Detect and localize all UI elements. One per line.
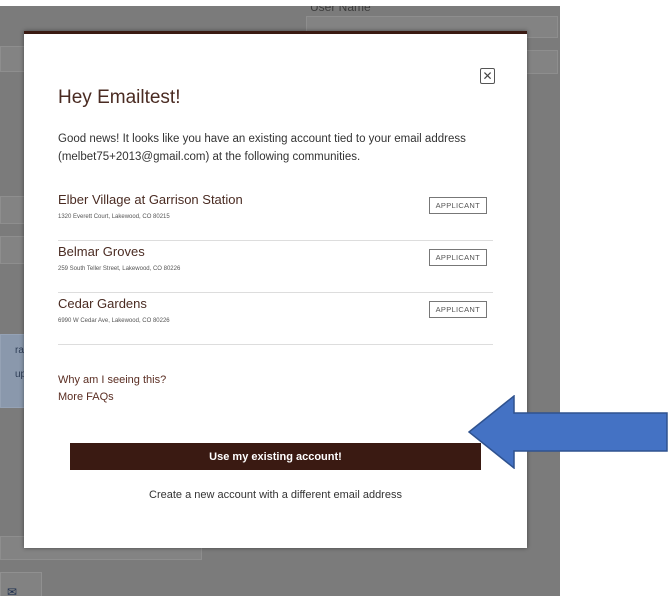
community-list: Elber Village at Garrison Station 1320 E… — [58, 189, 493, 345]
community-row: Belmar Groves 259 South Teller Street, L… — [58, 241, 493, 293]
community-name: Elber Village at Garrison Station — [58, 192, 243, 207]
community-name: Cedar Gardens — [58, 296, 147, 311]
role-badge: APPLICANT — [428, 197, 487, 214]
role-badge: APPLICANT — [428, 301, 487, 318]
why-am-i-seeing-this-link[interactable]: Why am I seeing this? — [58, 374, 166, 386]
community-row: Cedar Gardens 6990 W Cedar Ave, Lakewood… — [58, 293, 493, 345]
community-row: Elber Village at Garrison Station 1320 E… — [58, 189, 493, 241]
community-address: 1320 Everett Court, Lakewood, CO 80215 — [58, 214, 170, 220]
more-faqs-link[interactable]: More FAQs — [58, 391, 114, 403]
use-existing-account-button[interactable]: Use my existing account! — [70, 443, 481, 470]
community-address: 259 South Teller Street, Lakewood, CO 80… — [58, 266, 181, 272]
modal-intro-text: Good news! It looks like you have an exi… — [58, 133, 466, 163]
bg-field-label: User Name — [310, 6, 371, 14]
modal-title: Hey Emailtest! — [58, 87, 181, 108]
role-badge: APPLICANT — [428, 249, 487, 266]
envelope-icon: ✉ — [7, 585, 18, 596]
bg-corner-button: ✉ — [0, 572, 42, 596]
community-address: 6990 W Cedar Ave, Lakewood, CO 80226 — [58, 318, 170, 324]
close-icon[interactable]: ✕ — [480, 68, 495, 84]
create-new-account-link[interactable]: Create a new account with a different em… — [24, 489, 527, 501]
existing-account-modal: ✕ Hey Emailtest! Good news! It looks lik… — [24, 31, 527, 548]
community-name: Belmar Groves — [58, 244, 145, 259]
annotation-arrow-icon — [468, 395, 668, 469]
